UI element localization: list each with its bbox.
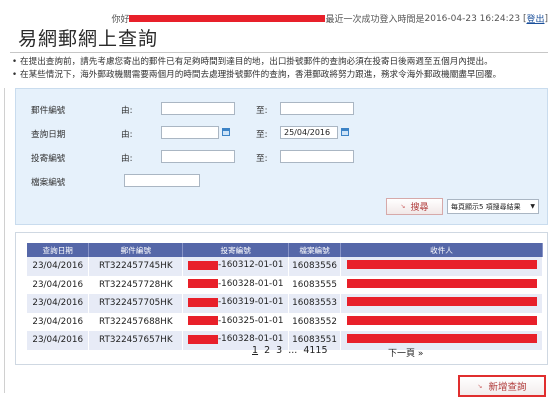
page-link-last[interactable]: 4115 — [303, 345, 327, 356]
redacted-posting-prefix — [187, 260, 218, 270]
table-row[interactable]: 23/04/2016 RT322457705HK -160319-01-01 1… — [27, 294, 543, 313]
search-button-label: 搜尋 — [410, 203, 429, 213]
redacted-recipient — [346, 315, 537, 325]
col-header: 郵件編號 — [88, 243, 184, 257]
search-button[interactable]: ↘ 搜尋 — [386, 198, 443, 215]
pagination: 1 2 3 ... 4115 — [252, 345, 331, 356]
cell-posting: -160328-01-01 — [217, 334, 284, 344]
new-query-button[interactable]: ↘ 新增查詢 — [458, 375, 546, 397]
query-date-label: 查詢日期 — [31, 130, 66, 140]
redacted-posting-prefix — [187, 279, 218, 288]
cell-date: 23/04/2016 — [27, 275, 90, 294]
calendar-icon[interactable] — [341, 128, 349, 136]
item-no-from-input[interactable] — [161, 102, 235, 115]
posting-no-to-input[interactable] — [280, 150, 354, 163]
table-header-row: 查詢日期 郵件編號 投寄編號 檔案編號 收件人 — [27, 243, 543, 257]
redacted-posting-prefix — [187, 334, 218, 344]
cell-date: 23/04/2016 — [27, 294, 90, 313]
results-table: 查詢日期 郵件編號 投寄編號 檔案編號 收件人 23/04/2016 RT322… — [27, 243, 543, 350]
cell-file: 16083556 — [288, 257, 342, 276]
notes-list: 在提出查詢前，請先考慮您寄出的郵件已有足夠時間到達目的地，出口掛號郵件的查詢必須… — [12, 56, 548, 82]
calendar-icon[interactable] — [222, 128, 230, 136]
col-header: 收件人 — [340, 243, 543, 257]
posting-to-label: 至: — [256, 154, 268, 164]
date-from-label: 由: — [121, 130, 133, 140]
redacted-recipient — [346, 297, 537, 307]
item-no-label: 郵件編號 — [31, 106, 66, 116]
col-header: 查詢日期 — [27, 243, 90, 257]
redacted-posting-prefix — [187, 297, 218, 307]
cell-date: 23/04/2016 — [27, 331, 90, 350]
cell-item: RT322457705HK — [88, 294, 184, 313]
redacted-username — [129, 15, 326, 22]
cell-posting: -160319-01-01 — [217, 297, 284, 307]
cell-item: RT322457728HK — [88, 275, 184, 294]
arrow-icon: ↘ — [477, 382, 483, 390]
new-query-label: 新增查詢 — [488, 382, 527, 393]
date-from-input[interactable] — [161, 126, 219, 139]
dropdown-arrow-icon: ▼ — [530, 203, 535, 210]
cell-file: 16083555 — [288, 275, 342, 294]
title-divider — [10, 52, 548, 53]
page-ellipsis: ... — [288, 345, 298, 356]
cell-date: 23/04/2016 — [27, 257, 90, 276]
search-panel: 郵件編號 由: 至: 查詢日期 由: 至: 25/04/2016 投寄編號 由:… — [15, 88, 548, 225]
left-border — [4, 88, 5, 393]
redacted-posting-prefix — [187, 316, 218, 325]
page-link[interactable]: 2 — [264, 345, 270, 356]
login-status-bar: 你好 最近一次成功登入時間是 2016-04-23 16:24:23 [登出] — [111, 12, 548, 26]
per-page-select[interactable]: 每頁顯示5 項搜尋結果 ▼ — [447, 199, 539, 214]
col-header: 投寄編號 — [182, 243, 290, 257]
cell-file: 16083552 — [288, 312, 342, 331]
per-page-value: 每頁顯示5 項搜尋結果 — [451, 202, 521, 211]
cell-item: RT322457657HK — [88, 331, 184, 350]
cell-item: RT322457745HK — [88, 257, 184, 276]
posting-no-from-input[interactable] — [161, 150, 235, 163]
file-no-label: 檔案編號 — [31, 178, 66, 188]
last-login-label: 最近一次成功登入時間是 — [325, 15, 425, 25]
table-row[interactable]: 23/04/2016 RT322457745HK -160312-01-01 1… — [27, 257, 543, 276]
redacted-recipient — [346, 278, 537, 288]
cell-posting: -160328-01-01 — [217, 278, 284, 289]
note-item: 在某些情況下，海外郵政機關需要兩個月的時間去處理掛號郵件的查詢，香港郵政將努力跟… — [12, 69, 548, 82]
arrow-icon: ↘ — [400, 203, 406, 210]
item-no-to-input[interactable] — [280, 102, 354, 115]
page-title: 易網郵網上查詢 — [18, 28, 159, 50]
table-row[interactable]: 23/04/2016 RT322457728HK -160328-01-01 1… — [27, 275, 543, 294]
redacted-recipient — [346, 334, 537, 344]
file-no-input[interactable] — [124, 174, 200, 187]
col-header: 檔案編號 — [288, 243, 342, 257]
posting-from-label: 由: — [121, 154, 133, 164]
item-no-to-label: 至: — [256, 106, 268, 116]
posting-no-label: 投寄編號 — [31, 154, 66, 164]
cell-date: 23/04/2016 — [27, 312, 90, 331]
cell-item: RT322457688HK — [88, 312, 184, 331]
item-no-from-label: 由: — [121, 106, 133, 116]
date-to-input[interactable]: 25/04/2016 — [280, 126, 338, 139]
logout-link[interactable]: 登出 — [526, 12, 544, 25]
cell-file: 16083553 — [288, 294, 342, 313]
cell-posting: -160325-01-01 — [217, 315, 284, 326]
date-to-label: 至: — [256, 130, 268, 140]
note-item: 在提出查詢前，請先考慮您寄出的郵件已有足夠時間到達目的地，出口掛號郵件的查詢必須… — [12, 56, 548, 69]
next-page-link[interactable]: 下一頁 » — [388, 346, 423, 359]
last-login-time: 2016-04-23 16:24:23 — [424, 13, 521, 24]
page-link[interactable]: 3 — [276, 345, 282, 356]
table-row[interactable]: 23/04/2016 RT322457688HK -160325-01-01 1… — [27, 312, 543, 331]
cell-posting: -160312-01-01 — [217, 260, 284, 270]
redacted-recipient — [346, 260, 537, 270]
page-link-current[interactable]: 1 — [252, 345, 258, 356]
